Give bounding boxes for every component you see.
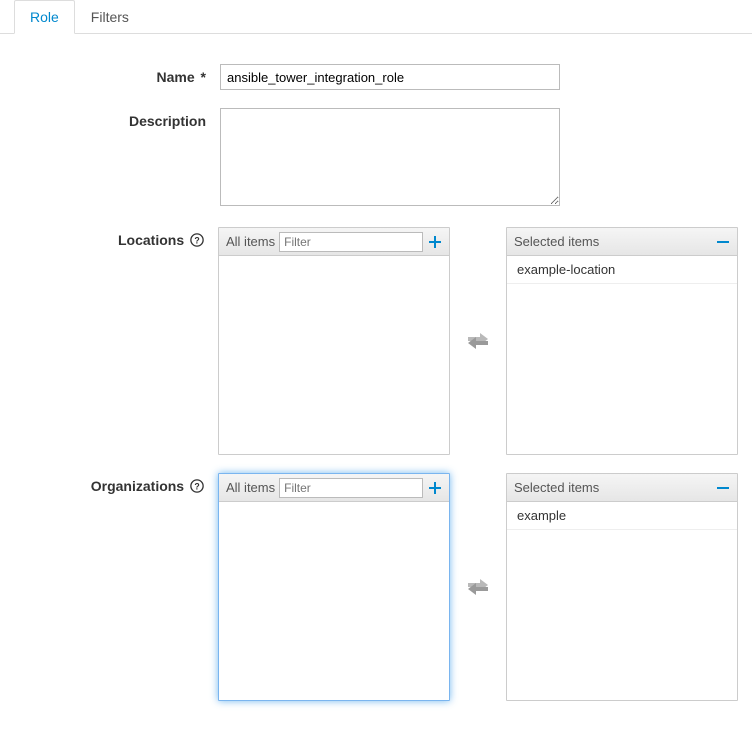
- role-form: Name * Description Locations ? All items: [0, 34, 752, 733]
- tab-role[interactable]: Role: [14, 0, 75, 34]
- svg-text:?: ?: [194, 482, 199, 492]
- description-textarea[interactable]: [220, 108, 560, 206]
- organizations-selected-header: Selected items: [507, 474, 737, 502]
- help-icon[interactable]: ?: [190, 479, 204, 493]
- selected-items-label: Selected items: [514, 480, 711, 495]
- form-row-locations: Locations ? All items: [14, 227, 738, 455]
- svg-text:?: ?: [194, 236, 199, 246]
- tab-filters[interactable]: Filters: [75, 0, 145, 34]
- organizations-available-list[interactable]: [219, 502, 449, 700]
- minus-icon[interactable]: [716, 235, 730, 249]
- list-item[interactable]: example: [507, 502, 737, 530]
- swap-icon[interactable]: [468, 333, 488, 349]
- description-label-text: Description: [129, 113, 206, 129]
- form-row-description: Description: [14, 108, 738, 209]
- list-item[interactable]: example-location: [507, 256, 737, 284]
- locations-selected-list[interactable]: example-location: [507, 256, 737, 454]
- name-label: Name *: [14, 64, 220, 90]
- locations-filter-input[interactable]: [279, 232, 423, 252]
- locations-label-text: Locations: [118, 232, 184, 248]
- organizations-filter-input[interactable]: [279, 478, 423, 498]
- locations-available-list[interactable]: [219, 256, 449, 454]
- name-label-text: Name: [157, 69, 195, 85]
- locations-label: Locations ?: [14, 227, 218, 455]
- required-marker: *: [201, 69, 206, 85]
- organizations-label-text: Organizations: [91, 478, 184, 494]
- form-row-name: Name *: [14, 64, 738, 90]
- help-icon[interactable]: ?: [190, 233, 204, 247]
- transfer-control: [450, 228, 506, 454]
- form-row-organizations: Organizations ? All items: [14, 473, 738, 701]
- minus-icon[interactable]: [716, 481, 730, 495]
- locations-available-header: All items: [219, 228, 449, 256]
- plus-icon[interactable]: [428, 481, 442, 495]
- organizations-selected-list[interactable]: example: [507, 502, 737, 700]
- all-items-label: All items: [226, 234, 275, 249]
- selected-items-label: Selected items: [514, 234, 711, 249]
- swap-icon[interactable]: [468, 579, 488, 595]
- locations-selected-header: Selected items: [507, 228, 737, 256]
- all-items-label: All items: [226, 480, 275, 495]
- locations-available-panel: All items: [218, 227, 450, 455]
- organizations-label: Organizations ?: [14, 473, 218, 701]
- description-label: Description: [14, 108, 220, 209]
- locations-multiselect: All items Selected items: [218, 227, 738, 455]
- transfer-control: [450, 474, 506, 700]
- organizations-available-header: All items: [219, 474, 449, 502]
- organizations-multiselect: All items Selected items: [218, 473, 738, 701]
- organizations-selected-panel: Selected items example: [506, 473, 738, 701]
- tab-bar: Role Filters: [0, 0, 752, 34]
- name-input[interactable]: [220, 64, 560, 90]
- plus-icon[interactable]: [428, 235, 442, 249]
- organizations-available-panel: All items: [218, 473, 450, 701]
- locations-selected-panel: Selected items example-location: [506, 227, 738, 455]
